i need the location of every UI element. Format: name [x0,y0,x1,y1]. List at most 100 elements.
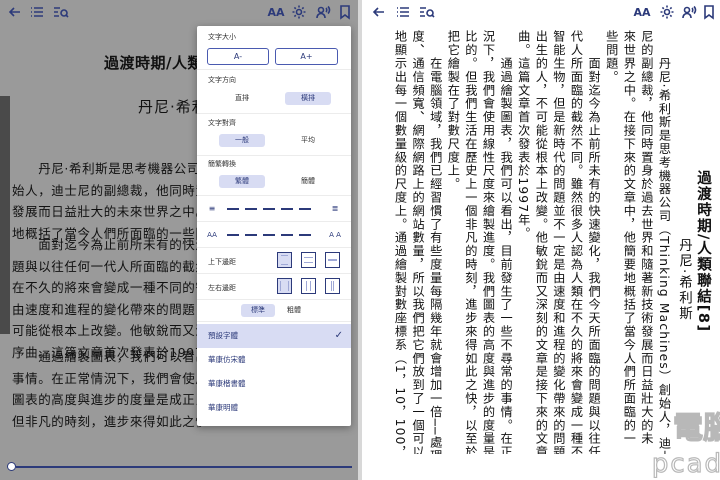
font-option-label: 華康明體 [208,403,238,412]
text-column: 丹尼·希利斯是思考機器公司（Thinking Machines）創始人，迪士 [657,30,671,454]
text-column: 況下，我們會使用線性尺度來繪製進度。我們圖表的高度與進步的度量是成正 [481,30,495,454]
text-line: 始人，迪士尼的副總裁，他同時置身 [12,182,202,198]
font-size-section: 文字大小 A- A+ [197,26,351,70]
toc-list-icon[interactable] [28,4,46,22]
progress-track [16,466,352,468]
chinese-convert-section: 簡繁轉換 繁體 簡體 [197,156,351,196]
line-spacing-small-icon: ≡ [208,204,216,213]
line-spacing-large-icon: ≣ [331,204,339,213]
font-smaller-button[interactable]: A- [207,48,269,65]
font-settings-icon[interactable]: AA [266,4,286,22]
text-column: 地顯示出每一個數量級的尺度上。通過繪製對數座標系（1，10，100， [393,30,407,454]
text-column: 把它繪製在了對數尺度上。 [445,30,460,191]
text-align-section: 文字對齊 一般 平均 [197,114,351,156]
text-column: 尼的副總裁，他同時置身於過去世界和隨著新技術發展而日益壯大的未 [639,30,654,446]
text-column: 在電腦領域，我們已經習慣了有些度量每隔幾年就會增加一倍──處理器速 [428,30,443,454]
text-line: 事情。在正常情況下，我們會使用 [12,370,202,386]
text-line: 圖表的高度與進步的度量是成正比 [12,392,202,407]
bookmark-icon[interactable] [700,4,718,22]
progress-handle[interactable] [7,462,16,471]
font-weight-section: 標準 粗體 [197,300,351,322]
gear-icon[interactable] [290,4,308,22]
font-larger-button[interactable]: A+ [275,48,338,65]
search-list-icon[interactable] [418,4,436,22]
weight-bold-option[interactable]: 粗體 [277,304,311,317]
chapter-number: [8] [695,304,711,333]
paragraph-1: 丹尼·希利斯是思考機器公司 始人，迪士尼的副總裁，他同時置身 發展而日益壯大的未… [12,158,202,244]
chapter-title-text: 過渡時期/人類聯結 [695,170,711,305]
font-option-ming[interactable]: 華康明體 [197,396,351,420]
simplified-option[interactable]: 簡體 [285,175,331,188]
listen-icon[interactable] [314,4,332,22]
letter-spacing-large-icon: A A [329,231,341,239]
text-column: 來世界之中。在接下來的文章中，他簡要地概括了當今人們所面臨的一 [621,30,636,446]
direction-horizontal-option[interactable]: 橫排 [285,92,331,105]
listen-icon[interactable] [680,4,698,22]
check-icon: ✓ [334,330,343,341]
font-size-title: 文字大小 [208,33,236,41]
horizontal-margin-title: 左右邊距 [208,284,236,292]
text-line: 面對迄今為止前所未有的快速 [12,237,202,252]
chapter-author: 丹尼·希利斯 [676,238,692,322]
font-option-fangsong[interactable]: 華康仿宋體 [197,348,351,372]
bookmark-icon[interactable] [336,4,354,22]
horizontal-margin-large-option[interactable] [325,278,340,294]
weight-normal-option[interactable]: 標準 [241,304,275,317]
search-list-icon[interactable] [52,4,70,22]
paragraph-3: 通過繪製圖表，我們可以看出 事情。在正常情況下，我們會使用 圖表的高度與進步的度… [12,346,202,432]
letter-spacing-section: AA A A [197,222,351,248]
text-column: 曲。這篇文章首次發表於1997年。 [516,30,531,241]
align-normal-option[interactable]: 一般 [219,134,265,147]
toc-list-icon[interactable] [394,4,412,22]
text-line: 題與以往任何一代人所面臨的截然 [12,258,202,274]
text-column: 智能生物，但是新時代的問題並不一定是由速度和進程的變化帶來的問題，作為一個巨 [551,30,566,454]
right-reader-panel: AA 過渡時期/人類聯結[8] 丹尼·希利斯 丹尼·希利斯是思考機器公司（Thi… [362,0,720,480]
font-option-kaishu[interactable]: 華康楷書體 [197,372,351,396]
traditional-option[interactable]: 繁體 [219,175,265,188]
horizontal-margin-small-option[interactable] [277,278,292,294]
back-arrow-icon[interactable] [370,4,388,22]
vertical-margin-small-option[interactable] [277,252,292,268]
text-line: 在不久的將來會變成一種不同的智 [12,280,202,295]
vertical-margin-medium-option[interactable] [301,252,316,268]
text-line: 通過繪製圖表，我們可以看出 [12,349,202,364]
back-arrow-icon[interactable] [6,4,24,22]
text-column: 些問題。 [604,30,619,84]
progress-bar[interactable] [0,456,358,480]
chapter-title: 過渡時期/人類 [104,54,203,72]
text-direction-section: 文字方向 直排 橫排 [197,70,351,114]
font-option-label: 華康楷書體 [208,379,246,388]
text-column: 度、通信頻寬、網際網路上的網站數量，所以我們把它們放到了一個可以同等 [410,30,425,454]
reading-settings-popup: 文字大小 A- A+ 文字方向 直排 橫排 文字對齊 一般 平均 簡繁轉換 繁體… [197,26,351,426]
vertical-margin-title: 上下邊距 [208,258,236,266]
vertical-margin-large-option[interactable] [325,252,340,268]
font-option-label: 預設字體 [208,331,238,340]
horizontal-margin-medium-option[interactable] [301,278,316,294]
convert-title: 簡繁轉換 [208,160,236,168]
screen: AA 過渡時期/人類 丹尼·希利 丹尼·希利斯是思考機器公司 始人，迪士尼的副總… [0,0,720,480]
text-column: 通過繪製圖表，我們可以看出，目前發生了一些不尋常的事情。在正常情 [498,30,513,454]
top-toolbar: AA [362,0,720,26]
watermark-logo-text: 電腦王 [673,411,720,446]
top-toolbar: AA [0,0,358,26]
chapter-title: 過渡時期/人類聯結[8] [693,170,714,333]
align-title: 文字對齊 [208,119,236,127]
letter-spacing-slider[interactable] [227,234,323,236]
paragraph-2: 面對迄今為止前所未有的快速 題與以往任何一代人所面臨的截然 在不久的將來會變成一… [12,234,202,363]
text-column: 代人所面臨的截然不同。雖然很多人認為人類在不久的將來會變成一種不同的 [569,30,583,454]
direction-vertical-option[interactable]: 直排 [219,92,265,105]
text-line: 可能從根本上改變。他敏銳而又深 [12,323,202,338]
line-spacing-section: ≡ ≣ [197,196,351,222]
gear-icon[interactable] [658,4,676,22]
left-reader-panel: AA 過渡時期/人類 丹尼·希利 丹尼·希利斯是思考機器公司 始人，迪士尼的副總… [0,0,358,480]
text-column: 比的。但我們生活在歷史上一個非凡的時刻，進步來得如此之快，以至於我們 [463,30,478,454]
text-column: 出生的人，不可能從根本上改變。他敏銳而又深刻的文章是接下來的文章的序 [533,30,548,454]
align-justify-option[interactable]: 平均 [285,134,331,147]
line-spacing-slider[interactable] [227,208,323,210]
font-option-label: 華康仿宋體 [208,355,246,364]
text-line: 但非凡的時刻，進步來得如此之快 [12,413,202,429]
font-settings-icon[interactable]: AA [632,4,652,22]
text-line: 發展而日益壯大的未來世界之中。 [12,204,202,219]
font-option-default[interactable]: 預設字體 ✓ [197,324,351,348]
horizontal-margin-section: 左右邊距 [197,274,351,300]
